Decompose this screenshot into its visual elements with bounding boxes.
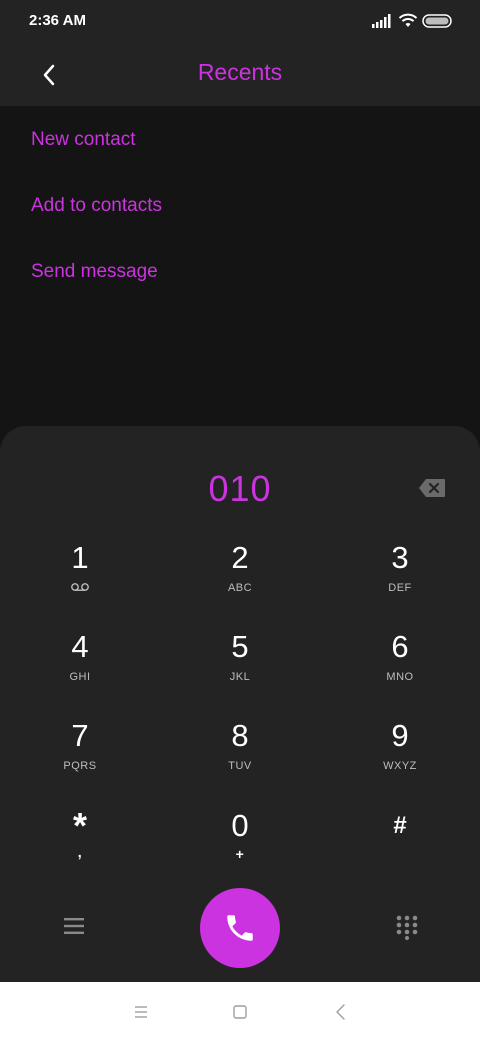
menu-icon[interactable] [60, 912, 88, 940]
key-digit: 3 [391, 540, 409, 575]
key-8[interactable]: 8 TUV [180, 718, 300, 798]
key-digit: 6 [391, 629, 409, 664]
new-contact-link[interactable]: New contact [31, 129, 136, 151]
actions-list: New contact Add to contacts Send message [0, 106, 480, 436]
recents-icon[interactable] [129, 1000, 153, 1024]
backspace-icon[interactable] [418, 478, 446, 498]
key-5[interactable]: 5 JKL [180, 629, 300, 709]
key-9[interactable]: 9 WXYZ [340, 718, 460, 798]
key-digit: * [72, 805, 87, 846]
key-letters: WXYZ [383, 760, 417, 772]
signal-icon [372, 14, 391, 28]
key-2[interactable]: 2 ABC [180, 540, 300, 620]
key-digit: # [393, 812, 407, 839]
key-digit: 0 [231, 808, 249, 843]
key-digit: 7 [71, 718, 89, 753]
status-bar: 2:36 AM [0, 0, 480, 42]
status-time: 2:36 AM [29, 12, 86, 29]
wifi-icon [398, 13, 418, 27]
key-star[interactable]: * , [20, 808, 140, 888]
phone-icon [227, 915, 253, 941]
voicemail-icon [71, 583, 89, 591]
key-letters: DEF [388, 582, 412, 594]
key-1[interactable]: 1 [20, 540, 140, 620]
key-letters: ABC [227, 582, 253, 594]
key-digit: 9 [391, 718, 409, 753]
key-letters: + [235, 846, 245, 862]
back-nav-icon[interactable] [329, 1000, 353, 1024]
dialed-number[interactable]: 010 [0, 468, 480, 510]
key-7[interactable]: 7 PQRS [20, 718, 140, 798]
dialpad-icon[interactable] [394, 914, 420, 940]
home-icon[interactable] [228, 1000, 252, 1024]
key-6[interactable]: 6 MNO [340, 629, 460, 709]
key-letters: , [77, 844, 83, 860]
app-bar: Recents [0, 42, 480, 106]
key-hash[interactable]: # [340, 808, 460, 888]
key-digit: 4 [71, 629, 89, 664]
key-digit: 2 [231, 540, 249, 575]
key-digit: 8 [231, 718, 249, 753]
key-4[interactable]: 4 GHI [20, 629, 140, 709]
key-digit: 1 [71, 540, 89, 575]
call-button[interactable] [200, 888, 280, 968]
key-letters: MNO [386, 671, 414, 683]
key-letters: PQRS [63, 760, 97, 772]
dialer-panel: 010 1 2 ABC 3 DEF 4 GHI 5 JKL 6 MNO 7 PQ… [0, 426, 480, 982]
page-title: Recents [197, 59, 283, 85]
key-digit: 5 [231, 629, 249, 664]
key-letters: GHI [69, 671, 91, 683]
key-3[interactable]: 3 DEF [340, 540, 460, 620]
add-to-contacts-link[interactable]: Add to contacts [31, 195, 162, 217]
key-0[interactable]: 0 + [180, 808, 300, 888]
send-message-link[interactable]: Send message [31, 261, 158, 283]
key-letters: TUV [228, 760, 252, 772]
system-nav-bar [0, 982, 480, 1040]
battery-icon [422, 14, 452, 28]
key-letters: JKL [229, 671, 251, 683]
